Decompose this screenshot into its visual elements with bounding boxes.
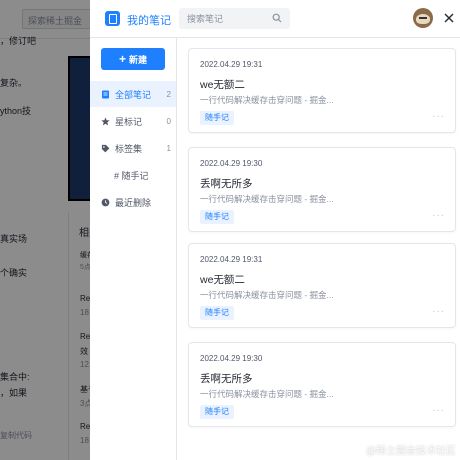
note-tag[interactable]: 随手记 bbox=[200, 111, 234, 125]
note-title: we无额二 bbox=[200, 274, 245, 286]
sidebar-item-count: 1 bbox=[166, 143, 171, 153]
more-options-icon[interactable]: ··· bbox=[432, 111, 445, 122]
note-tag[interactable]: 随手记 bbox=[200, 306, 234, 320]
sidebar-item-label: 最近删除 bbox=[115, 197, 152, 208]
new-note-button[interactable]: + 新建 bbox=[101, 48, 165, 70]
document-icon bbox=[102, 90, 109, 98]
star-icon bbox=[101, 116, 110, 125]
notes-drawer: 我的笔记 + 新建 全部笔记 2 星标记 0 bbox=[90, 0, 460, 460]
notebook-icon bbox=[105, 11, 120, 26]
note-title: 丢啊无所多 bbox=[200, 373, 253, 385]
more-options-icon[interactable]: ··· bbox=[432, 210, 445, 221]
more-options-icon[interactable]: ··· bbox=[432, 306, 445, 317]
note-excerpt: 一行代码解决缓存击穿问题 - 掘金... bbox=[200, 95, 334, 105]
sidebar-item-count: 2 bbox=[166, 89, 171, 99]
tag-icon bbox=[101, 144, 110, 152]
note-date: 2022.04.29 19:31 bbox=[200, 255, 263, 264]
clock-icon bbox=[101, 198, 110, 206]
sidebar-item-count: 0 bbox=[166, 116, 171, 126]
sidebar-item-tags[interactable]: 标签集 1 bbox=[90, 135, 176, 161]
note-card[interactable]: 2022.04.29 19:30 丢啊无所多 一行代码解决缓存击穿问题 - 掘金… bbox=[188, 342, 456, 427]
note-date: 2022.04.29 19:30 bbox=[200, 354, 263, 363]
note-excerpt: 一行代码解决缓存击穿问题 - 掘金... bbox=[200, 290, 334, 300]
sidebar-item-label: 全部笔记 bbox=[115, 89, 152, 100]
sidebar-item-label: 标签集 bbox=[115, 143, 143, 154]
more-options-icon[interactable]: ··· bbox=[432, 405, 445, 416]
notes-sidebar: + 新建 全部笔记 2 星标记 0 标签集 1 # 随手记 最近删除 bbox=[90, 38, 177, 460]
note-excerpt: 一行代码解决缓存击穿问题 - 掘金... bbox=[200, 194, 334, 204]
sidebar-item-recently-deleted[interactable]: 最近删除 bbox=[90, 189, 176, 215]
sidebar-item-tag-note[interactable]: # 随手记 bbox=[90, 162, 176, 188]
sidebar-item-label: 星标记 bbox=[115, 116, 143, 127]
watermark: @稀土掘金技术社区 bbox=[365, 446, 456, 457]
sidebar-item-all-notes[interactable]: 全部笔记 2 bbox=[90, 81, 176, 107]
note-date: 2022.04.29 19:31 bbox=[200, 60, 263, 69]
note-card[interactable]: 2022.04.29 19:31 we无额二 一行代码解决缓存击穿问题 - 掘金… bbox=[188, 243, 456, 328]
note-card[interactable]: 2022.04.29 19:31 we无额二 一行代码解决缓存击穿问题 - 掘金… bbox=[188, 48, 456, 133]
note-card[interactable]: 2022.04.29 19:30 丢啊无所多 一行代码解决缓存击穿问题 - 掘金… bbox=[188, 147, 456, 232]
note-tag[interactable]: 随手记 bbox=[200, 405, 234, 419]
note-search-input[interactable] bbox=[179, 8, 264, 29]
drawer-title: 我的笔记 bbox=[127, 15, 171, 27]
sidebar-item-starred[interactable]: 星标记 0 bbox=[90, 108, 176, 134]
plus-icon: + bbox=[118, 51, 126, 66]
note-tag[interactable]: 随手记 bbox=[200, 210, 234, 224]
note-title: 丢啊无所多 bbox=[200, 178, 253, 190]
drawer-header: 我的笔记 bbox=[90, 0, 460, 38]
avatar[interactable] bbox=[413, 8, 433, 28]
note-excerpt: 一行代码解决缓存击穿问题 - 掘金... bbox=[200, 389, 334, 399]
new-note-label: 新建 bbox=[129, 54, 148, 65]
note-title: we无额二 bbox=[200, 79, 245, 91]
close-icon[interactable] bbox=[442, 11, 456, 25]
note-date: 2022.04.29 19:30 bbox=[200, 159, 263, 168]
search-icon[interactable] bbox=[272, 13, 282, 23]
sidebar-item-label: # 随手记 bbox=[114, 170, 149, 181]
note-search[interactable] bbox=[179, 8, 290, 29]
